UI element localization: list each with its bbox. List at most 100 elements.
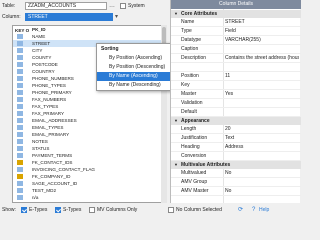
column-icon <box>17 118 23 123</box>
property-value: Contains the street address (house/ <box>225 55 299 61</box>
property-row[interactable]: Justification Text <box>171 134 301 143</box>
list-item-label: FAX_NUMBERS <box>32 97 67 102</box>
list-item-label: PHONE_PRIMARY <box>32 90 72 95</box>
property-value: Text <box>225 135 235 141</box>
pk-id-header: PK_ID <box>32 27 46 32</box>
property-row[interactable]: Type Field <box>171 27 301 36</box>
collapse-icon[interactable]: ▼ <box>174 161 178 169</box>
list-item-label: EMAIL_PRIMARY <box>32 132 70 137</box>
list-item[interactable]: EMAIL_TYPES <box>13 124 166 131</box>
list-item[interactable]: NAME <box>13 33 166 40</box>
chevron-down-icon[interactable]: ▾ <box>115 14 118 20</box>
mv-columns-checkbox[interactable] <box>89 207 95 213</box>
property-row[interactable]: Description Contains the street address (… <box>171 54 301 63</box>
property-row[interactable]: Heading Address <box>171 143 301 152</box>
property-key: AMV Group <box>181 179 208 185</box>
list-item-label: COUNTY <box>32 55 52 60</box>
property-row[interactable]: Key <box>171 81 301 90</box>
property-key: Validation <box>181 100 203 106</box>
system-checkbox[interactable] <box>120 3 126 9</box>
list-item-label: FAX_PRIMARY <box>32 111 65 116</box>
property-row[interactable]: Length 20 <box>171 125 301 134</box>
appearance-section-header[interactable]: ▼ Appearance <box>171 117 301 125</box>
list-item[interactable]: FAX_TYPES <box>13 103 166 110</box>
appearance-title: Appearance <box>181 118 210 124</box>
multivalue-attributes-section-header[interactable]: ▼ Multivalue Attributes <box>171 161 301 169</box>
property-row[interactable]: Position 11 <box>171 72 301 81</box>
property-value: STREET <box>225 19 245 25</box>
property-row[interactable]: Datatype VARCHAR(255) <box>171 36 301 45</box>
list-item[interactable]: FAX_PRIMARY <box>13 110 166 117</box>
list-header: KEY O PK_ID <box>13 26 166 33</box>
collapse-icon[interactable]: ▼ <box>174 117 178 125</box>
property-row[interactable] <box>171 63 301 72</box>
property-row[interactable]: Master Yes <box>171 90 301 99</box>
list-item[interactable]: INVOICING_CONTACT_FLAG <box>13 166 166 173</box>
list-item[interactable]: PAYMENT_TERMS <box>13 152 166 159</box>
list-item[interactable]: n/a <box>13 194 166 201</box>
column-icon <box>17 181 23 186</box>
help-link[interactable]: Help <box>259 207 269 213</box>
multivalue-attributes-title: Multivalue Attributes <box>181 162 231 168</box>
property-row[interactable]: AMV Group <box>171 178 301 187</box>
list-item-label: EMAIL_ADDRESSES <box>32 118 77 123</box>
property-row[interactable]: AMV Master No <box>171 187 301 196</box>
stypes-label: S-Types <box>63 207 82 213</box>
list-item-label: NOTES <box>32 139 48 144</box>
property-key: Key <box>181 82 190 88</box>
column-icon <box>17 111 23 116</box>
property-value: Address <box>225 144 244 150</box>
property-row[interactable]: Multivalued No <box>171 169 301 178</box>
column-input[interactable]: STREET <box>25 13 113 21</box>
list-item-label: FAX_TYPES <box>32 104 59 109</box>
list-item[interactable]: TEST_MD2 <box>13 187 166 194</box>
property-key: Master <box>181 91 197 97</box>
column-icon <box>17 132 23 137</box>
property-row[interactable]: Default <box>171 108 301 117</box>
etypes-checkbox[interactable] <box>21 207 27 213</box>
refresh-icon[interactable]: ⟳ <box>238 207 243 213</box>
property-row[interactable]: Conversion <box>171 152 301 161</box>
property-row[interactable]: Validation <box>171 99 301 108</box>
ellipsis-icon[interactable]: … <box>109 3 115 9</box>
column-icon <box>17 76 23 81</box>
stypes-checkbox[interactable] <box>55 207 61 213</box>
property-key: Name <box>181 19 195 25</box>
list-item-label: n/a <box>32 195 39 200</box>
list-item[interactable]: EMAIL_ADDRESSES <box>13 117 166 124</box>
list-item[interactable]: NOTES <box>13 138 166 145</box>
column-icon <box>17 139 23 144</box>
no-column-label: No Column Selected <box>176 207 222 213</box>
list-item[interactable]: EMAIL_PRIMARY <box>13 131 166 138</box>
key-icon <box>17 174 23 179</box>
table-input[interactable]: ZZADM_ACCOUNTS <box>25 2 107 10</box>
list-item[interactable]: FAX_NUMBERS <box>13 96 166 103</box>
list-item[interactable]: STATUS <box>13 145 166 152</box>
property-key: Type <box>181 28 192 34</box>
list-item[interactable]: FK_COMPANY_ID <box>13 173 166 180</box>
list-item-label: COUNTRY <box>32 69 55 74</box>
key-column-header: KEY O <box>15 28 30 33</box>
property-value: 20 <box>225 126 231 132</box>
property-row[interactable]: Name STREET <box>171 18 301 27</box>
list-item-label: CITY <box>32 48 43 53</box>
list-item[interactable]: FK_CONTACT_IDS <box>13 159 166 166</box>
list-item[interactable]: SAGE_ACCOUNT_ID <box>13 180 166 187</box>
no-column-checkbox[interactable] <box>168 207 174 213</box>
list-item-label: INVOICING_CONTACT_FLAG <box>32 167 95 172</box>
property-key: Length <box>181 126 197 132</box>
list-item-label: PHONE_NUMBERS <box>32 76 74 81</box>
column-icon <box>17 55 23 60</box>
property-key: Multivalued <box>181 170 207 176</box>
bottom-bar: Show: E-Types S-Types MV Columns Only No… <box>0 203 300 217</box>
property-row[interactable]: Caption <box>171 45 301 54</box>
list-item-label: FK_CONTACT_IDS <box>32 160 73 165</box>
core-attributes-section-header[interactable]: ▼ Core Attributes <box>171 10 301 18</box>
panel-title: Column Details <box>171 0 301 9</box>
system-label: System <box>128 3 145 9</box>
property-value: Yes <box>225 91 234 97</box>
column-icon <box>17 34 23 39</box>
collapse-icon[interactable]: ▼ <box>174 10 178 18</box>
property-value: VARCHAR(255) <box>225 37 261 43</box>
help-circle-icon[interactable]: ? <box>252 207 255 213</box>
